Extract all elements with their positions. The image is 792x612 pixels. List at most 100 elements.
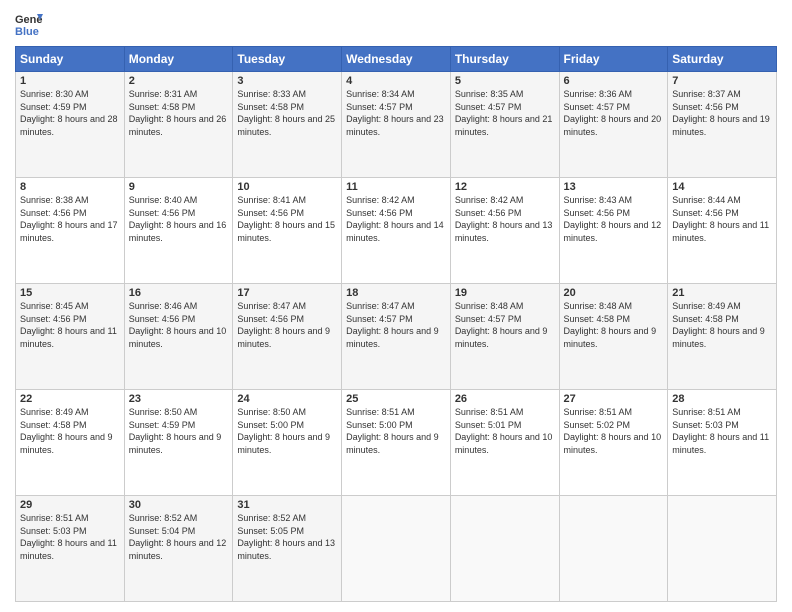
day-detail: Sunrise: 8:41 AMSunset: 4:56 PMDaylight:… bbox=[237, 195, 335, 243]
day-detail: Sunrise: 8:45 AMSunset: 4:56 PMDaylight:… bbox=[20, 301, 117, 349]
day-detail: Sunrise: 8:43 AMSunset: 4:56 PMDaylight:… bbox=[564, 195, 662, 243]
day-number: 4 bbox=[346, 75, 446, 87]
day-number: 6 bbox=[564, 75, 664, 87]
day-number: 8 bbox=[20, 181, 120, 193]
day-detail: Sunrise: 8:51 AMSunset: 5:02 PMDaylight:… bbox=[564, 407, 662, 455]
calendar-cell: 22 Sunrise: 8:49 AMSunset: 4:58 PMDayligh… bbox=[16, 390, 125, 496]
header: General Blue bbox=[15, 10, 777, 38]
day-number: 10 bbox=[237, 181, 337, 193]
calendar-cell: 30Sunrise: 8:52 AMSunset: 5:04 PMDayligh… bbox=[124, 496, 233, 602]
day-number: 21 bbox=[672, 287, 772, 299]
day-number: 23 bbox=[129, 393, 229, 405]
day-number: 20 bbox=[564, 287, 664, 299]
calendar-cell: 2 Sunrise: 8:31 AMSunset: 4:58 PMDaylight… bbox=[124, 72, 233, 178]
day-detail: Sunrise: 8:30 AMSunset: 4:59 PMDaylight:… bbox=[20, 89, 118, 137]
day-number: 25 bbox=[346, 393, 446, 405]
weekday-header-wednesday: Wednesday bbox=[342, 47, 451, 72]
calendar-cell: 6 Sunrise: 8:36 AMSunset: 4:57 PMDaylight… bbox=[559, 72, 668, 178]
day-detail: Sunrise: 8:33 AMSunset: 4:58 PMDaylight:… bbox=[237, 89, 335, 137]
day-number: 26 bbox=[455, 393, 555, 405]
day-number: 24 bbox=[237, 393, 337, 405]
weekday-header-friday: Friday bbox=[559, 47, 668, 72]
logo: General Blue bbox=[15, 10, 43, 38]
weekday-header-monday: Monday bbox=[124, 47, 233, 72]
weekday-header-sunday: Sunday bbox=[16, 47, 125, 72]
calendar-cell bbox=[342, 496, 451, 602]
day-detail: Sunrise: 8:50 AMSunset: 5:00 PMDaylight:… bbox=[237, 407, 330, 455]
day-number: 11 bbox=[346, 181, 446, 193]
day-number: 18 bbox=[346, 287, 446, 299]
calendar-cell: 18 Sunrise: 8:47 AMSunset: 4:57 PMDayligh… bbox=[342, 284, 451, 390]
calendar-cell: 16 Sunrise: 8:46 AMSunset: 4:56 PMDayligh… bbox=[124, 284, 233, 390]
calendar-cell bbox=[668, 496, 777, 602]
day-number: 5 bbox=[455, 75, 555, 87]
day-detail: Sunrise: 8:31 AMSunset: 4:58 PMDaylight:… bbox=[129, 89, 227, 137]
day-detail: Sunrise: 8:51 AMSunset: 5:03 PMDaylight:… bbox=[20, 513, 117, 561]
day-number: 28 bbox=[672, 393, 772, 405]
day-number: 22 bbox=[20, 393, 120, 405]
day-number: 3 bbox=[237, 75, 337, 87]
calendar-cell: 7Sunrise: 8:37 AMSunset: 4:56 PMDaylight… bbox=[668, 72, 777, 178]
day-detail: Sunrise: 8:49 AMSunset: 4:58 PMDaylight:… bbox=[672, 301, 765, 349]
day-detail: Sunrise: 8:47 AMSunset: 4:56 PMDaylight:… bbox=[237, 301, 330, 349]
calendar-cell: 11 Sunrise: 8:42 AMSunset: 4:56 PMDayligh… bbox=[342, 178, 451, 284]
calendar-week-row: 15 Sunrise: 8:45 AMSunset: 4:56 PMDayligh… bbox=[16, 284, 777, 390]
day-detail: Sunrise: 8:51 AMSunset: 5:03 PMDaylight:… bbox=[672, 407, 769, 455]
calendar-cell: 17 Sunrise: 8:47 AMSunset: 4:56 PMDayligh… bbox=[233, 284, 342, 390]
day-number: 27 bbox=[564, 393, 664, 405]
day-detail: Sunrise: 8:46 AMSunset: 4:56 PMDaylight:… bbox=[129, 301, 227, 349]
day-detail: Sunrise: 8:51 AMSunset: 5:01 PMDaylight:… bbox=[455, 407, 553, 455]
day-number: 16 bbox=[129, 287, 229, 299]
svg-text:Blue: Blue bbox=[15, 26, 39, 38]
day-number: 29 bbox=[20, 499, 120, 511]
day-detail: Sunrise: 8:52 AMSunset: 5:04 PMDaylight:… bbox=[129, 513, 227, 561]
day-detail: Sunrise: 8:49 AMSunset: 4:58 PMDaylight:… bbox=[20, 407, 113, 455]
calendar-cell: 5Sunrise: 8:35 AMSunset: 4:57 PMDaylight… bbox=[450, 72, 559, 178]
calendar-cell: 21 Sunrise: 8:49 AMSunset: 4:58 PMDayligh… bbox=[668, 284, 777, 390]
calendar-cell: 3 Sunrise: 8:33 AMSunset: 4:58 PMDaylight… bbox=[233, 72, 342, 178]
calendar-cell: 14Sunrise: 8:44 AMSunset: 4:56 PMDayligh… bbox=[668, 178, 777, 284]
calendar-cell: 23 Sunrise: 8:50 AMSunset: 4:59 PMDayligh… bbox=[124, 390, 233, 496]
calendar-cell: 12 Sunrise: 8:42 AMSunset: 4:56 PMDayligh… bbox=[450, 178, 559, 284]
day-detail: Sunrise: 8:40 AMSunset: 4:56 PMDaylight:… bbox=[129, 195, 227, 243]
calendar-table: SundayMondayTuesdayWednesdayThursdayFrid… bbox=[15, 46, 777, 602]
calendar-cell: 13 Sunrise: 8:43 AMSunset: 4:56 PMDayligh… bbox=[559, 178, 668, 284]
day-detail: Sunrise: 8:51 AMSunset: 5:00 PMDaylight:… bbox=[346, 407, 439, 455]
calendar-cell: 4 Sunrise: 8:34 AMSunset: 4:57 PMDaylight… bbox=[342, 72, 451, 178]
calendar-cell: 27 Sunrise: 8:51 AMSunset: 5:02 PMDayligh… bbox=[559, 390, 668, 496]
calendar-cell: 10 Sunrise: 8:41 AMSunset: 4:56 PMDayligh… bbox=[233, 178, 342, 284]
day-detail: Sunrise: 8:38 AMSunset: 4:56 PMDaylight:… bbox=[20, 195, 118, 243]
day-detail: Sunrise: 8:36 AMSunset: 4:57 PMDaylight:… bbox=[564, 89, 662, 137]
calendar-cell: 24 Sunrise: 8:50 AMSunset: 5:00 PMDayligh… bbox=[233, 390, 342, 496]
weekday-header-saturday: Saturday bbox=[668, 47, 777, 72]
logo-icon: General Blue bbox=[15, 10, 43, 38]
day-number: 31 bbox=[237, 499, 337, 511]
day-detail: Sunrise: 8:50 AMSunset: 4:59 PMDaylight:… bbox=[129, 407, 222, 455]
day-detail: Sunrise: 8:42 AMSunset: 4:56 PMDaylight:… bbox=[346, 195, 444, 243]
weekday-header-tuesday: Tuesday bbox=[233, 47, 342, 72]
calendar-cell: 26 Sunrise: 8:51 AMSunset: 5:01 PMDayligh… bbox=[450, 390, 559, 496]
calendar-week-row: 22 Sunrise: 8:49 AMSunset: 4:58 PMDayligh… bbox=[16, 390, 777, 496]
day-detail: Sunrise: 8:47 AMSunset: 4:57 PMDaylight:… bbox=[346, 301, 439, 349]
day-detail: Sunrise: 8:42 AMSunset: 4:56 PMDaylight:… bbox=[455, 195, 553, 243]
day-number: 13 bbox=[564, 181, 664, 193]
day-detail: Sunrise: 8:48 AMSunset: 4:57 PMDaylight:… bbox=[455, 301, 548, 349]
day-number: 19 bbox=[455, 287, 555, 299]
day-number: 9 bbox=[129, 181, 229, 193]
day-number: 12 bbox=[455, 181, 555, 193]
calendar-cell: 8 Sunrise: 8:38 AMSunset: 4:56 PMDaylight… bbox=[16, 178, 125, 284]
calendar-week-row: 8 Sunrise: 8:38 AMSunset: 4:56 PMDaylight… bbox=[16, 178, 777, 284]
day-number: 17 bbox=[237, 287, 337, 299]
calendar-cell: 28 Sunrise: 8:51 AMSunset: 5:03 PMDayligh… bbox=[668, 390, 777, 496]
day-number: 2 bbox=[129, 75, 229, 87]
day-number: 14 bbox=[672, 181, 772, 193]
calendar-cell: 9 Sunrise: 8:40 AMSunset: 4:56 PMDaylight… bbox=[124, 178, 233, 284]
calendar-week-row: 1Sunrise: 8:30 AMSunset: 4:59 PMDaylight… bbox=[16, 72, 777, 178]
calendar-cell: 19 Sunrise: 8:48 AMSunset: 4:57 PMDayligh… bbox=[450, 284, 559, 390]
calendar-cell: 20Sunrise: 8:48 AMSunset: 4:58 PMDayligh… bbox=[559, 284, 668, 390]
calendar-cell bbox=[450, 496, 559, 602]
day-detail: Sunrise: 8:37 AMSunset: 4:56 PMDaylight:… bbox=[672, 89, 770, 137]
day-number: 15 bbox=[20, 287, 120, 299]
day-detail: Sunrise: 8:34 AMSunset: 4:57 PMDaylight:… bbox=[346, 89, 444, 137]
weekday-header-thursday: Thursday bbox=[450, 47, 559, 72]
